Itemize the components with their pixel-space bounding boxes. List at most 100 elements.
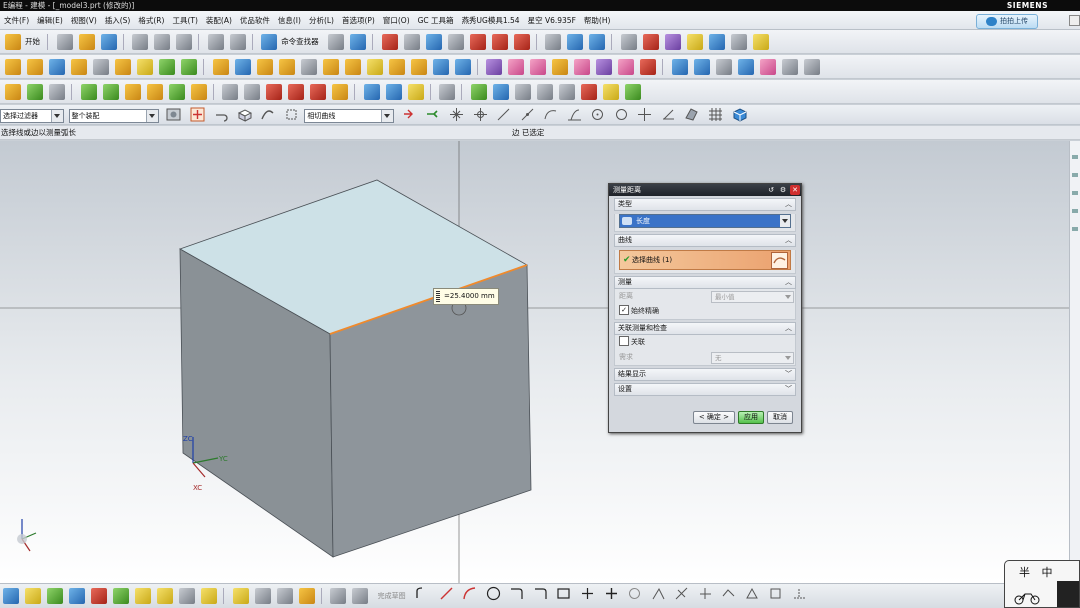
sketch-mirror-icon[interactable] [298,588,315,604]
section-settings[interactable]: 设置 ﹀ [614,383,796,396]
menu-file[interactable]: 文件(F) [0,11,33,30]
sketch-show-constraint-icon[interactable] [698,586,713,601]
open-icon[interactable] [78,34,95,50]
close-icon[interactable]: ✕ [790,185,800,195]
sketch-hatch-icon[interactable] [352,588,369,604]
offset-face-icon[interactable] [344,59,361,75]
shaded-cube-icon[interactable] [425,34,442,50]
sketch-auto-constraint-icon[interactable] [674,586,689,601]
snap-tangent-icon[interactable] [567,107,582,122]
table-icon[interactable] [580,84,597,100]
orient-view-icon[interactable] [545,34,562,50]
offset-curve-icon[interactable] [168,84,185,100]
sketch-profile-curve-icon[interactable] [415,586,430,601]
sketch-animate-icon[interactable] [768,586,783,601]
wireframe-icon[interactable] [513,34,530,50]
gear-analysis-icon[interactable] [602,84,619,100]
copy-icon[interactable] [154,34,171,50]
chevron-down-icon[interactable] [780,215,790,227]
unite-icon[interactable] [181,59,197,75]
triangle-icon[interactable] [558,84,575,100]
sketch-point-icon[interactable] [580,586,595,601]
collapse-icon[interactable]: ︿ [785,277,792,288]
text-curve-icon[interactable] [332,84,349,100]
wcs-icon[interactable] [567,34,584,50]
measure-angle-icon[interactable] [752,34,769,50]
point-icon[interactable] [124,84,141,100]
render-style-icon[interactable] [447,34,464,50]
start-label[interactable]: 开始 [25,30,40,53]
section-curve-icon[interactable] [266,84,283,100]
section-results[interactable]: 结果显示 ﹀ [614,368,796,381]
snap-endpoint-icon[interactable] [449,107,464,122]
sketch-offset-icon[interactable] [254,588,271,604]
curve-selector-icon[interactable] [771,252,788,269]
snap-line2-icon[interactable] [520,107,535,122]
n-sided-icon[interactable] [781,59,798,75]
paste-icon[interactable] [176,34,193,50]
sketch-profile-icon[interactable] [113,588,129,604]
sketch-reattach-icon[interactable] [91,588,107,604]
view-cube-select-icon[interactable] [732,107,747,122]
pocket-icon[interactable] [159,59,175,75]
section-type[interactable]: 类型 ︿ [614,198,796,211]
sketch-constraint-icon[interactable] [627,586,642,601]
split-body-icon[interactable] [322,59,339,75]
menu-edit[interactable]: 编辑(E) [33,11,67,30]
info-icon[interactable] [350,34,367,50]
instance-feature-icon[interactable] [454,59,471,75]
collapse-icon[interactable]: ︿ [785,235,792,246]
draft-icon[interactable] [278,59,295,75]
undo-icon[interactable] [207,34,224,50]
resize-face-icon[interactable] [552,59,569,75]
hole-icon[interactable] [93,59,109,75]
sketch-cube-icon[interactable] [3,588,19,604]
apply-button[interactable]: 应用 [738,411,764,424]
dialog-title-bar[interactable]: 测量距离 ↺ ⚙ ✕ [609,184,801,196]
command-finder-label[interactable]: 命令查找器 [281,30,319,53]
deviation-icon[interactable] [492,84,509,100]
sketch-geom-constraint-icon[interactable] [651,586,666,601]
point-set-icon[interactable] [146,84,163,100]
thicken-icon[interactable] [366,59,383,75]
section-curve[interactable]: 曲线 ︿ [614,234,796,247]
datum-axis-icon[interactable] [49,84,65,100]
coin-icon[interactable] [407,84,424,100]
sketch-quick-trim-icon[interactable] [509,586,524,601]
select-body-icon[interactable] [237,107,252,122]
sketch-fillet-icon[interactable] [135,588,151,604]
new-file-icon[interactable] [56,34,73,50]
type-dropdown[interactable]: 长度 [619,214,791,228]
through-mesh-icon[interactable] [693,59,710,75]
menu-help[interactable]: 帮助(H) [580,11,615,30]
sketch-convert-ref-icon[interactable] [792,586,807,601]
chamfer-icon[interactable] [234,59,251,75]
section-associative[interactable]: 关联测量和检查 ︿ [614,322,796,335]
sketch-orient-icon[interactable] [69,588,85,604]
layer-icon[interactable] [363,84,380,100]
reset-icon[interactable]: ↺ [766,185,776,195]
sketch-line-icon[interactable] [439,586,454,601]
sketch-spline-icon[interactable] [232,588,249,604]
cut-icon[interactable] [132,34,149,50]
edit-object-icon[interactable] [385,84,402,100]
measure-distance-icon[interactable] [730,34,747,50]
trim-body-icon[interactable] [300,59,317,75]
bridge-surface-icon[interactable] [759,59,776,75]
studio-surface-icon[interactable] [737,59,754,75]
command-finder-icon[interactable] [261,34,278,50]
sew-icon[interactable] [388,59,405,75]
sketch-alt-solution-icon[interactable] [745,586,760,601]
patch-icon[interactable] [410,59,427,75]
menu-analysis[interactable]: 分析(L) [305,11,338,30]
delete-face-icon[interactable] [530,59,547,75]
expand-icon[interactable]: ﹀ [785,384,792,395]
start-icon[interactable] [5,34,21,50]
collapse-icon[interactable]: ︿ [785,199,792,210]
sketch-chamfer-icon[interactable] [157,588,173,604]
snap-face-icon[interactable] [684,107,699,122]
datum-plane-icon[interactable] [27,84,43,100]
sketch-add-icon[interactable] [604,586,619,601]
revolve-icon[interactable] [27,59,43,75]
intersect-curve-icon[interactable] [244,84,261,100]
